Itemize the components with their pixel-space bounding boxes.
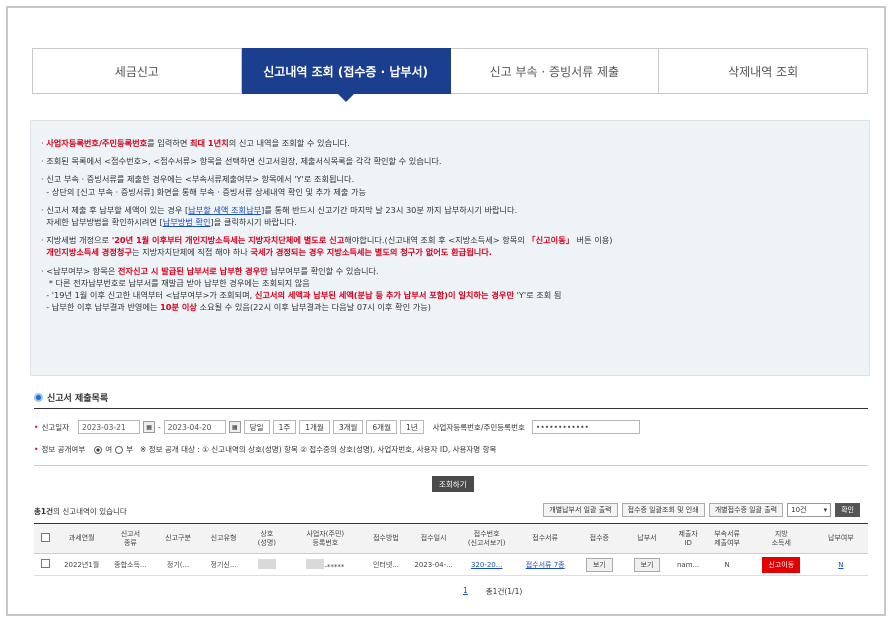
page-frame: 세금신고 신고내역 조회 (접수증 · 납부서) 신고 부속 · 증빙서류 제출… (6, 6, 886, 616)
search-button[interactable]: 조회하기 (432, 476, 474, 492)
cell-method: 인터넷... (363, 553, 409, 576)
period-3month-button[interactable]: 3개월 (332, 420, 364, 434)
cell-datetime: 2023-04-... (408, 553, 459, 576)
search-form: • 신고일자 2023-03-21 ▦ - 2023-04-20 ▦ 당일 1주 … (34, 408, 868, 466)
date-row: • 신고일자 2023-03-21 ▦ - 2023-04-20 ▦ 당일 1주 … (34, 420, 640, 434)
print-receipts-button[interactable]: 개별접수증 일괄 출력 (708, 503, 784, 517)
public-yes-radio[interactable] (94, 445, 103, 454)
receipt-number-link[interactable]: 320-20... (458, 553, 515, 576)
notice-item: · <납부여부> 항목은 전자신고 시 발급된 납부서로 납부한 경우만 납부여… (41, 265, 562, 313)
date-from-input[interactable]: 2023-03-21 (78, 420, 141, 434)
period-1year-button[interactable]: 1년 (399, 420, 424, 434)
calendar-icon[interactable]: ▦ (143, 421, 156, 433)
public-no-radio[interactable] (115, 445, 124, 454)
redacted-name (257, 558, 276, 569)
date-label: 신고일자 (41, 422, 70, 432)
print-payment-slips-button[interactable]: 개별납부서 일괄 출력 (543, 503, 618, 517)
view-print-receipts-button[interactable]: 접수증 일괄조회 및 인쇄 (621, 503, 705, 517)
tab-label: 세금신고 (114, 64, 159, 79)
period-1week-button[interactable]: 1주 (272, 420, 297, 434)
col-header: 제출자 ID (670, 523, 706, 554)
redacted-id (306, 558, 325, 569)
period-today-button[interactable]: 당일 (243, 420, 270, 434)
tab-label: 신고 부속 · 증빙서류 제출 (489, 64, 620, 79)
tab-label: 신고내역 조회 (접수증 · 납부서) (263, 64, 428, 79)
bullet-icon (34, 393, 43, 402)
notice-item: · 신고 부속 · 증빙서류를 제출한 경우에는 <부속서류제출여부> 항목에서… (41, 174, 367, 197)
docs-link[interactable]: 접수서류 7종 (514, 553, 576, 576)
cell-receipt: 보기 (575, 553, 624, 576)
col-header: 접수일시 (408, 523, 459, 554)
notice-box: · 사업자등록번호/주민등록번호를 입력하면 최대 1년치의 신고 내역을 조회… (30, 120, 870, 376)
cell-name (246, 553, 288, 576)
cell-regno: -***** (287, 553, 364, 576)
col-header: 부속서류 제출여부 (705, 523, 749, 554)
col-header: 신고유형 (200, 523, 247, 554)
col-header: 신고서 종류 (105, 523, 156, 554)
notice-item: · 지방세법 개정으로 '20년 1월 이후부터 개인지방소득세는 지방자치단체… (41, 235, 613, 258)
public-note: ※ 정보 공개 대상 : ① 신고내역의 상호(성명) 항목 ② 접수증의 상호… (140, 445, 497, 454)
col-header: 과세연월 (57, 523, 106, 554)
cell-division: 정기(... (155, 553, 201, 576)
col-header: 접수방법 (363, 523, 409, 554)
cell-kind: 종합소득... (105, 553, 156, 576)
id-label: 사업자등록번호/주민등록번호 (432, 422, 525, 432)
page-1-link[interactable]: 1 (463, 586, 468, 597)
notice-item: · 신고서 제출 후 납부할 세액이 있는 경우 [납부할 세액 조회납부]를 … (41, 204, 518, 228)
page-summary: 총1건(1/1) (485, 587, 523, 596)
tab-tax-filing[interactable]: 세금신고 (32, 48, 242, 94)
main-tabs: 세금신고 신고내역 조회 (접수증 · 납부서) 신고 부속 · 증빙서류 제출… (32, 48, 868, 102)
notice-item: · 사업자등록번호/주민등록번호를 입력하면 최대 1년치의 신고 내역을 조회… (41, 138, 350, 148)
period-1month-button[interactable]: 1개월 (299, 420, 330, 434)
tab-attachment-submit[interactable]: 신고 부속 · 증빙서류 제출 (450, 48, 660, 94)
col-header: 상호 (성명) (246, 523, 288, 554)
cell-submitter: nam... (670, 553, 706, 576)
pay-tax-link[interactable]: 납부할 세액 조회납부 (188, 205, 261, 215)
pagination: 1 총1건(1/1) (463, 586, 522, 597)
section-title: 신고서 제출목록 (34, 391, 108, 404)
col-header: 납부여부 (813, 523, 868, 554)
view-payment-slip-button[interactable]: 보기 (633, 557, 661, 572)
cell-local-tax: 신고이동 (748, 553, 814, 576)
calendar-icon[interactable]: ▦ (228, 421, 241, 433)
table-header-row: 과세연월 신고서 종류 신고구분 신고유형 상호 (성명) 사업자(주민) 등록번호 … (34, 523, 868, 554)
public-label: 정보 공개여부 (41, 445, 86, 454)
row-checkbox[interactable] (41, 559, 51, 568)
select-all-checkbox[interactable] (41, 532, 51, 542)
table-row: 2022년1월 종합소득... 정기(... 정기신... -***** 인터넷… (34, 553, 868, 576)
result-count: 총1건의 신고내역이 있습니다 (34, 507, 127, 516)
col-header: 접수증 (575, 523, 624, 554)
report-move-button[interactable]: 신고이동 (762, 556, 801, 573)
col-header: 지방 소득세 (748, 523, 814, 554)
period-6month-button[interactable]: 6개월 (366, 420, 397, 434)
cell-attach: N (705, 553, 749, 576)
col-header: 접수서류 (514, 523, 576, 554)
filing-table: 과세연월 신고서 종류 신고구분 신고유형 상호 (성명) 사업자(주민) 등록번호 … (34, 523, 868, 576)
col-header: 사업자(주민) 등록번호 (287, 523, 364, 554)
chevron-down-icon: ▾ (823, 506, 828, 514)
cell-type: 정기신... (200, 553, 247, 576)
confirm-button[interactable]: 확인 (835, 503, 860, 517)
cell-payment-slip: 보기 (623, 553, 671, 576)
col-header: 신고구분 (155, 523, 201, 554)
col-header: 납부서 (623, 523, 671, 554)
per-page-select[interactable]: 10건 ▾ (787, 503, 832, 517)
date-to-input[interactable]: 2023-04-20 (163, 420, 226, 434)
notice-item: · 조회된 목록에서 <접수번호>, <접수서류> 항목을 선택하면 신고서원장… (41, 156, 442, 167)
id-number-input[interactable]: •••••••••••• (531, 420, 640, 434)
payment-method-link[interactable]: 납부방법 확인 (163, 217, 211, 227)
view-receipt-button[interactable]: 보기 (585, 557, 613, 572)
tab-label: 삭제내역 조회 (728, 64, 799, 79)
public-row: • 정보 공개여부 여 부 ※ 정보 공개 대상 : ① 신고내역의 상호(성명)… (34, 445, 497, 454)
result-actions: 개별납부서 일괄 출력 접수증 일괄조회 및 인쇄 개별접수증 일괄 출력 10… (543, 503, 860, 517)
paid-link[interactable]: N (813, 553, 868, 576)
tab-filing-history[interactable]: 신고내역 조회 (접수증 · 납부서) (241, 48, 451, 102)
cell-period: 2022년1월 (57, 553, 106, 576)
tab-deleted-history[interactable]: 삭제내역 조회 (659, 48, 868, 94)
col-header: 접수번호 (신고서보기) (458, 523, 515, 554)
